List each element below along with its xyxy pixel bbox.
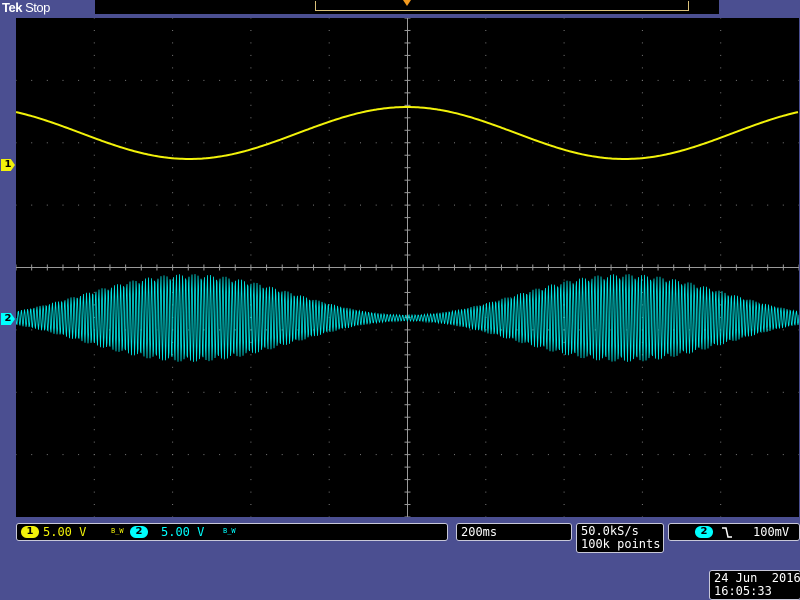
status-bar: Tek Stop (0, 0, 800, 18)
ch1-scale[interactable]: 5.00 V (43, 525, 86, 539)
status-label: Tek Stop (2, 0, 50, 16)
brand-label: Tek (2, 0, 22, 15)
waveform-traces (16, 106, 799, 362)
ch1-badge[interactable]: 1 (21, 526, 39, 538)
ch1-waveform (16, 106, 799, 160)
trigger-level[interactable]: 100mV (753, 525, 789, 539)
ch1-ground-marker[interactable]: 1 (1, 159, 15, 171)
ch2-waveform (16, 274, 799, 362)
record-length: 100k points (581, 537, 661, 551)
ch2-scale[interactable]: 5.00 V (161, 525, 204, 539)
ch1-bandwidth-limit-icon: B_W (111, 527, 124, 535)
trigger-readout[interactable]: 2 100mV (668, 523, 800, 541)
ch2-bandwidth-limit-icon: B_W (223, 527, 236, 535)
time-per-division[interactable]: 200ms (461, 525, 497, 539)
ch2-badge[interactable]: 2 (130, 526, 148, 538)
ch2-ground-marker[interactable]: 2 (1, 313, 15, 325)
falling-edge-icon (722, 527, 732, 538)
run-state: Stop (25, 0, 50, 15)
acquisition-readout[interactable]: 50.0kS/s 100k points (576, 523, 664, 553)
trigger-source-badge[interactable]: 2 (695, 526, 713, 538)
timebase-readout[interactable]: 200ms (456, 523, 572, 541)
date-time-readout: 24 Jun 2016 16:05:33 (709, 570, 800, 600)
channel-readout[interactable]: 1 5.00 V B_W 2 5.00 V B_W (16, 523, 448, 541)
time: 16:05:33 (714, 584, 772, 598)
record-view-bracket (315, 1, 689, 11)
trigger-position-marker[interactable] (403, 0, 411, 6)
